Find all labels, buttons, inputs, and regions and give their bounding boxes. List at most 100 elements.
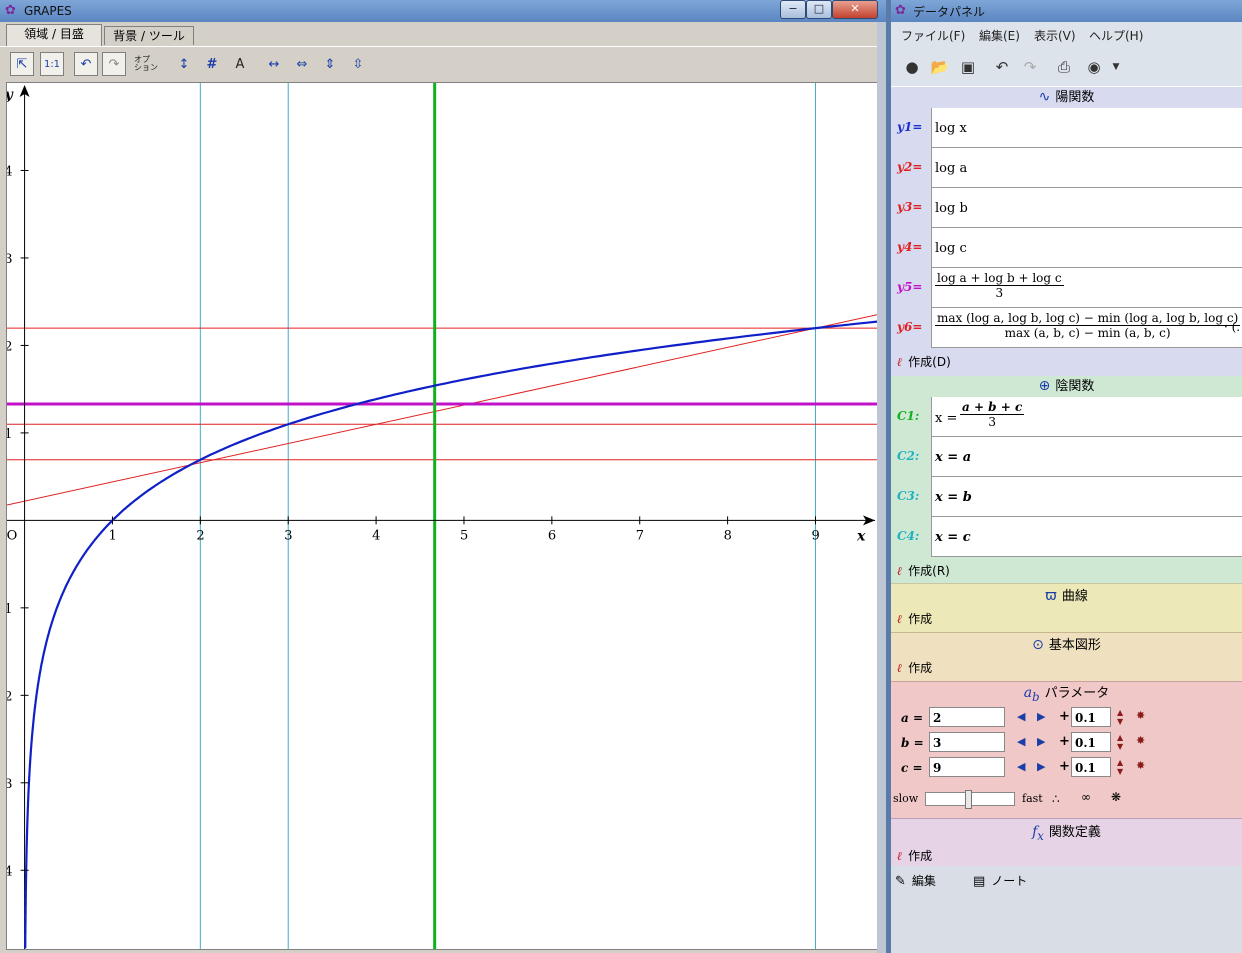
grid-icon[interactable]: # bbox=[200, 52, 224, 76]
shrink-vertical-icon[interactable]: ⇕ bbox=[318, 52, 342, 76]
parameter-step-input[interactable]: 0.1 bbox=[1071, 732, 1111, 752]
menu-help[interactable]: ヘルプ(H) bbox=[1089, 27, 1143, 44]
undo-icon[interactable]: ↶ bbox=[991, 56, 1013, 78]
camera-icon[interactable]: ◉ bbox=[1083, 56, 1105, 78]
fraction-expression: a + b + c3 bbox=[960, 400, 1025, 429]
implicit-expression-field[interactable]: x = b bbox=[931, 477, 1242, 517]
step-anim-icon[interactable]: ∴ bbox=[1052, 792, 1060, 806]
function-row-label: y2= bbox=[897, 160, 923, 174]
y-tick-label: 3 bbox=[7, 252, 13, 267]
option-button[interactable]: オプ ション bbox=[134, 52, 158, 76]
function-expression-field[interactable]: max (log a, log b, log c) − min (log a, … bbox=[931, 308, 1242, 348]
label-font-icon[interactable]: A bbox=[228, 52, 252, 76]
shrink-horizontal-icon[interactable]: ⇔ bbox=[290, 52, 314, 76]
menu-view[interactable]: 表示(V) bbox=[1034, 27, 1076, 44]
axes-icon[interactable]: ↕ bbox=[172, 52, 196, 76]
open-folder-icon[interactable]: 📂 bbox=[929, 56, 951, 78]
minimize-button[interactable]: − bbox=[780, 0, 806, 19]
menu-edit[interactable]: 編集(E) bbox=[979, 27, 1020, 44]
shapes-make-button[interactable]: ℓ 作成 bbox=[897, 659, 932, 676]
implicit-expression-field[interactable]: x = a bbox=[931, 437, 1242, 477]
function-expression-field[interactable]: log x bbox=[931, 108, 1242, 148]
step-updown-icon[interactable]: ▲ ▼ bbox=[1117, 708, 1123, 726]
step-updown-icon[interactable]: ▲ ▼ bbox=[1117, 733, 1123, 751]
parameter-anim-icon[interactable]: ✸ bbox=[1136, 759, 1145, 772]
parameter-value-input[interactable]: 2 bbox=[929, 707, 1005, 727]
parameter-anim-icon[interactable]: ✸ bbox=[1136, 734, 1145, 747]
increase-arrow-icon[interactable]: ▶ bbox=[1037, 735, 1045, 748]
camera-dropdown-icon[interactable]: ▼ bbox=[1105, 56, 1127, 78]
function-expression-field[interactable]: log c bbox=[931, 228, 1242, 268]
x-tick-label: 6 bbox=[548, 528, 556, 543]
function-row: y2= log a bbox=[891, 148, 1242, 188]
x-axis-label: x bbox=[856, 528, 866, 544]
data-panel: ✿ データパネル ファイル(F) 編集(E) 表示(V) ヘルプ(H) ● 📂 … bbox=[891, 0, 1242, 953]
fraction-denominator: 3 bbox=[995, 286, 1004, 300]
grapes-app-icon: ✿ bbox=[5, 3, 16, 18]
log-curve[interactable] bbox=[24, 320, 878, 949]
expand-vertical-icon[interactable]: ⇳ bbox=[346, 52, 370, 76]
parameter-anim-icon[interactable]: ✸ bbox=[1136, 709, 1145, 722]
play-anim-icon[interactable]: ❋ bbox=[1111, 790, 1121, 804]
graph-scrollbar[interactable] bbox=[877, 22, 886, 953]
redo-icon[interactable]: ↷ bbox=[1019, 56, 1041, 78]
funcdef-header: fx 関数定義 bbox=[891, 822, 1242, 843]
undo-view-icon[interactable]: ↶ bbox=[74, 52, 98, 76]
expand-horizontal-icon[interactable]: ↔ bbox=[262, 52, 286, 76]
decrease-arrow-icon[interactable]: ◀ bbox=[1017, 710, 1025, 723]
loop-anim-icon[interactable]: ∞ bbox=[1081, 790, 1091, 804]
close-button[interactable]: ✕ bbox=[832, 0, 878, 19]
edit-button[interactable]: ✎ 編集 bbox=[895, 872, 936, 889]
fraction-denominator: max (a, b, c) − min (a, b, c) bbox=[1004, 326, 1171, 340]
maximize-button[interactable]: □ bbox=[806, 0, 832, 19]
print-icon[interactable]: ⎙ bbox=[1053, 56, 1075, 78]
step-updown-icon[interactable]: ▲ ▼ bbox=[1117, 758, 1123, 776]
y-tick-label: 2 bbox=[7, 339, 13, 354]
funcdef-make-button[interactable]: ℓ 作成 bbox=[897, 847, 932, 864]
parameter-step-input[interactable]: 0.1 bbox=[1071, 707, 1111, 727]
graph-canvas[interactable]: 1 2 3 4 5 6 7 8 9 4 3 2 1 −1 −2 −3 −4 Ox y bbox=[0, 83, 878, 949]
function-expression-field[interactable]: log b bbox=[931, 188, 1242, 228]
redo-view-icon[interactable]: ↷ bbox=[102, 52, 126, 76]
panel-app-icon: ✿ bbox=[895, 3, 906, 18]
save-icon[interactable]: ▣ bbox=[957, 56, 979, 78]
x-tick-label: 2 bbox=[196, 528, 204, 543]
implicit-expression-field[interactable]: x = a + b + c3 bbox=[931, 397, 1242, 437]
note-icon: ▤ bbox=[973, 874, 986, 889]
curve-make-button[interactable]: ℓ 作成 bbox=[897, 610, 932, 627]
implicit-row: C4: x = c bbox=[891, 517, 1242, 557]
tab-region-scale[interactable]: 領域 / 目盛 bbox=[6, 24, 102, 46]
function-expression-field[interactable]: log a + log b + log c3 bbox=[931, 268, 1242, 308]
grapes-toolbar: ⇱ 1:1 ↶ ↷ オプ ション ↕ # A ↔ ⇔ ⇕ ⇳ bbox=[0, 46, 886, 81]
y-tick-label: −1 bbox=[7, 602, 13, 617]
x-tick-label: 9 bbox=[811, 528, 819, 543]
parameter-step-input[interactable]: 0.1 bbox=[1071, 757, 1111, 777]
implicit-make-button[interactable]: ℓ 作成(R) bbox=[897, 562, 950, 579]
explicit-make-button[interactable]: ℓ 作成(D) bbox=[897, 353, 951, 370]
x-tick-label: 1 bbox=[108, 528, 116, 543]
menu-file[interactable]: ファイル(F) bbox=[901, 27, 965, 44]
panel-toolbar: ● 📂 ▣ ↶ ↷ ⎙ ◉ ▼ bbox=[891, 48, 1242, 86]
implicit-row-label: C3: bbox=[897, 489, 920, 503]
parameter-value-input[interactable]: 9 bbox=[929, 757, 1005, 777]
tab-background-tool[interactable]: 背景 / ツール bbox=[104, 26, 194, 45]
decrease-arrow-icon[interactable]: ◀ bbox=[1017, 735, 1025, 748]
implicit-expression-field[interactable]: x = c bbox=[931, 517, 1242, 557]
increase-arrow-icon[interactable]: ▶ bbox=[1037, 760, 1045, 773]
grapes-tabbar: 領域 / 目盛 背景 / ツール bbox=[0, 22, 886, 46]
explicit-section: ∿ 陽関数 y1= log x y2= log a y3= log b y4= log c y5=… bbox=[891, 87, 1242, 376]
speed-slider-thumb[interactable] bbox=[965, 790, 973, 809]
graph-area[interactable]: 1 2 3 4 5 6 7 8 9 4 3 2 1 −1 −2 −3 −4 Ox y bbox=[0, 82, 878, 950]
increase-arrow-icon[interactable]: ▶ bbox=[1037, 710, 1045, 723]
ratio-button[interactable]: 1:1 bbox=[40, 52, 64, 76]
decrease-arrow-icon[interactable]: ◀ bbox=[1017, 760, 1025, 773]
parameter-value-input[interactable]: 3 bbox=[929, 732, 1005, 752]
note-button[interactable]: ▤ ノート bbox=[973, 872, 1027, 889]
implicit-lhs: x = bbox=[935, 411, 958, 426]
function-expression-field[interactable]: log a bbox=[931, 148, 1242, 188]
new-icon[interactable]: ● bbox=[901, 56, 923, 78]
speed-slider[interactable] bbox=[925, 790, 1015, 809]
secant-line[interactable] bbox=[6, 314, 878, 506]
resize-view-icon[interactable]: ⇱ bbox=[10, 52, 34, 76]
y-tick-label: −3 bbox=[7, 777, 13, 792]
